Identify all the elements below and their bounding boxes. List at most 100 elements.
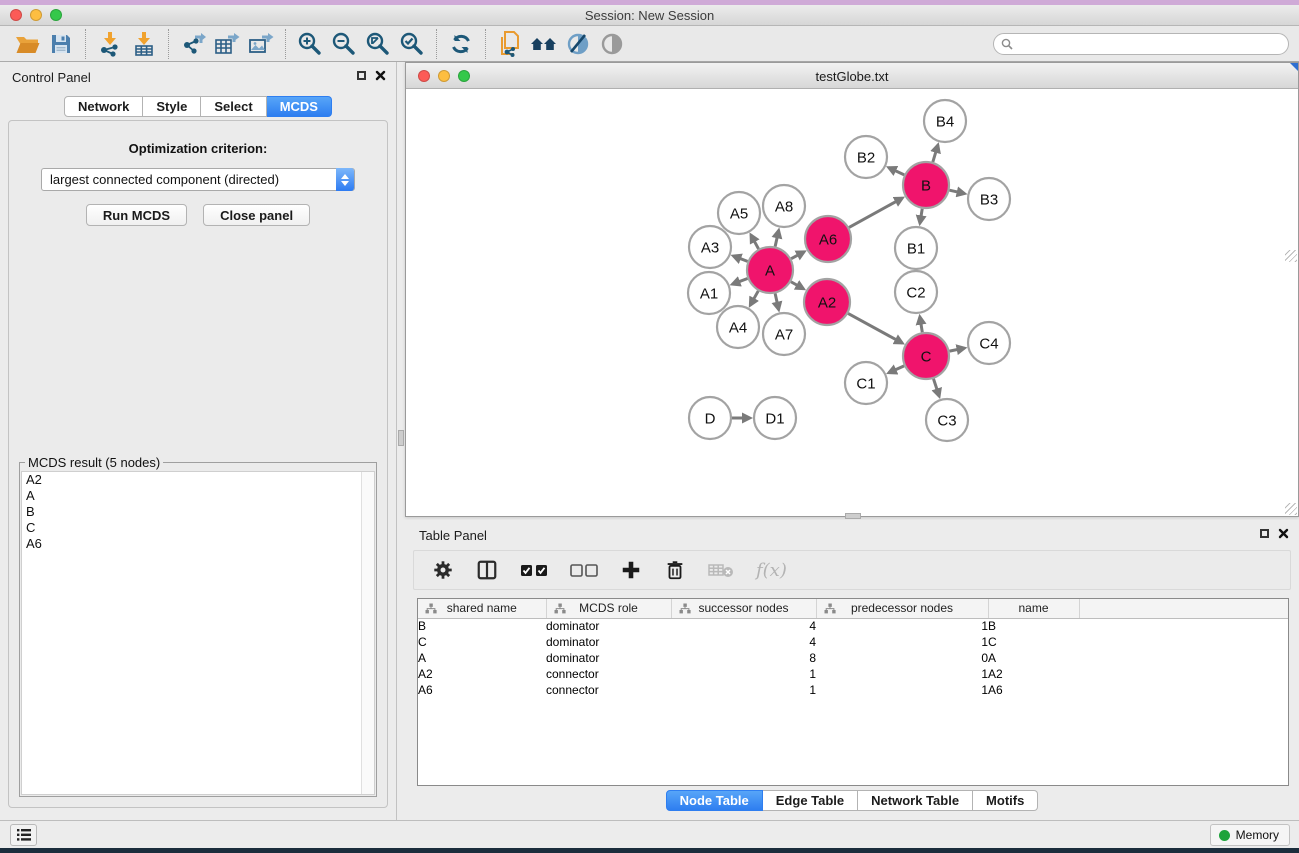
table-cell[interactable]: B [418,618,546,634]
graph-node-B[interactable]: B [903,162,949,208]
graph-edge[interactable] [775,293,779,309]
table-cell[interactable]: A [988,650,1079,666]
result-scrollbar[interactable] [361,472,374,794]
zoom-out-button[interactable] [327,29,361,59]
tab-select[interactable]: Select [201,96,266,117]
table-cell[interactable]: 1 [671,666,816,682]
memory-button[interactable]: Memory [1210,824,1290,846]
graph-node-D1[interactable]: D1 [754,397,796,439]
graph-node-A2[interactable]: A2 [804,279,850,325]
table-cell[interactable]: A2 [418,666,546,682]
tab-network-table[interactable]: Network Table [858,790,973,811]
table-cell[interactable]: A [418,650,546,666]
graph-node-A[interactable]: A [747,247,793,293]
table-cell[interactable]: A6 [418,682,546,698]
graph-edge[interactable] [949,190,964,193]
select-all-rows-button[interactable] [520,564,548,577]
table-cell[interactable]: 4 [671,618,816,634]
graph-edge[interactable] [933,379,939,396]
graph-edge[interactable] [920,317,922,333]
delete-table-button[interactable] [708,562,734,578]
mcds-result-item[interactable]: A [22,488,374,504]
graph-edge[interactable] [889,168,905,175]
graph-edge[interactable] [920,209,922,224]
table-cell[interactable]: 1 [816,618,988,634]
resize-grip[interactable] [1285,503,1297,515]
open-session-button[interactable] [10,29,44,59]
close-panel-button[interactable]: Close panel [203,204,310,226]
tab-motifs[interactable]: Motifs [973,790,1038,811]
graph-node-B2[interactable]: B2 [845,136,887,178]
table-cell[interactable]: connector [546,666,671,682]
table-settings-button[interactable] [432,559,454,581]
graph-node-B1[interactable]: B1 [895,227,937,269]
graph-node-A1[interactable]: A1 [688,272,730,314]
mcds-result-item[interactable]: B [22,504,374,520]
table-cell[interactable]: 4 [671,634,816,650]
graph-edge[interactable] [775,230,779,246]
table-row[interactable]: Cdominator41C [418,634,1288,650]
table-cell[interactable]: dominator [546,618,671,634]
tab-style[interactable]: Style [143,96,201,117]
graph-node-B3[interactable]: B3 [968,178,1010,220]
graph-node-A7[interactable]: A7 [763,313,805,355]
graph-edge[interactable] [791,252,804,259]
graph-node-C2[interactable]: C2 [895,271,937,313]
tab-mcds[interactable]: MCDS [267,96,332,117]
duplicate-network-button[interactable] [493,29,527,59]
col-mcds-role[interactable]: MCDS role [546,599,671,618]
graph-node-C3[interactable]: C3 [926,399,968,441]
tab-edge-table[interactable]: Edge Table [763,790,858,811]
column-selector-button[interactable] [476,559,498,581]
task-history-button[interactable] [10,824,37,846]
mcds-result-item[interactable]: C [22,520,374,536]
table-cell[interactable]: 1 [816,682,988,698]
graph-edge[interactable] [791,282,804,289]
vertical-splitter-handle[interactable] [398,430,404,446]
col-name[interactable]: name [988,599,1079,618]
graph-edge[interactable] [950,348,965,351]
table-row[interactable]: Bdominator41B [418,618,1288,634]
zoom-selected-button[interactable] [395,29,429,59]
delete-rows-button[interactable] [664,559,686,581]
mcds-result-item[interactable]: A2 [22,472,374,488]
graph-edge[interactable] [849,198,902,227]
table-cell[interactable]: A2 [988,666,1079,682]
add-row-button[interactable] [620,559,642,581]
table-cell[interactable]: 1 [671,682,816,698]
save-session-button[interactable] [44,29,78,59]
tab-node-table[interactable]: Node Table [666,790,763,811]
graph-node-D[interactable]: D [689,397,731,439]
graphics-details-button[interactable] [561,29,595,59]
export-table-button[interactable] [210,29,244,59]
zoom-fit-button[interactable] [361,29,395,59]
table-cell[interactable]: 1 [816,666,988,682]
graph-edge[interactable] [933,145,938,162]
close-panel-icon[interactable] [375,70,386,81]
graph-node-A3[interactable]: A3 [689,226,731,268]
export-image-button[interactable] [244,29,278,59]
table-cell[interactable]: B [988,618,1079,634]
table-cell[interactable]: 8 [671,650,816,666]
network-canvas-area[interactable]: B4B2BB3A5A8A6B1A3AC2A1A2A4A7C4CC1C3DD1 [406,90,1298,516]
zoom-in-button[interactable] [293,29,327,59]
table-cell[interactable]: 1 [816,634,988,650]
detach-corner-icon[interactable] [1290,63,1298,71]
graph-node-C1[interactable]: C1 [845,362,887,404]
graph-node-A4[interactable]: A4 [717,306,759,348]
resize-grip[interactable] [1285,250,1297,262]
float-panel-icon[interactable] [1260,529,1269,538]
network-window-titlebar[interactable]: testGlobe.txt [406,63,1298,89]
table-cell[interactable]: C [418,634,546,650]
table-row[interactable]: Adominator80A [418,650,1288,666]
mcds-result-list[interactable]: A2ABCA6 [21,471,375,795]
optimization-criterion-select[interactable]: largest connected component (directed) [41,168,355,191]
table-cell[interactable]: C [988,634,1079,650]
graph-edge[interactable] [733,256,747,261]
function-builder-button[interactable]: f(x) [756,560,787,581]
horizontal-splitter-handle[interactable] [845,513,861,519]
run-mcds-button[interactable]: Run MCDS [86,204,187,226]
col-predecessor-nodes[interactable]: predecessor nodes [816,599,988,618]
graph-node-A8[interactable]: A8 [763,185,805,227]
import-table-button[interactable] [127,29,161,59]
